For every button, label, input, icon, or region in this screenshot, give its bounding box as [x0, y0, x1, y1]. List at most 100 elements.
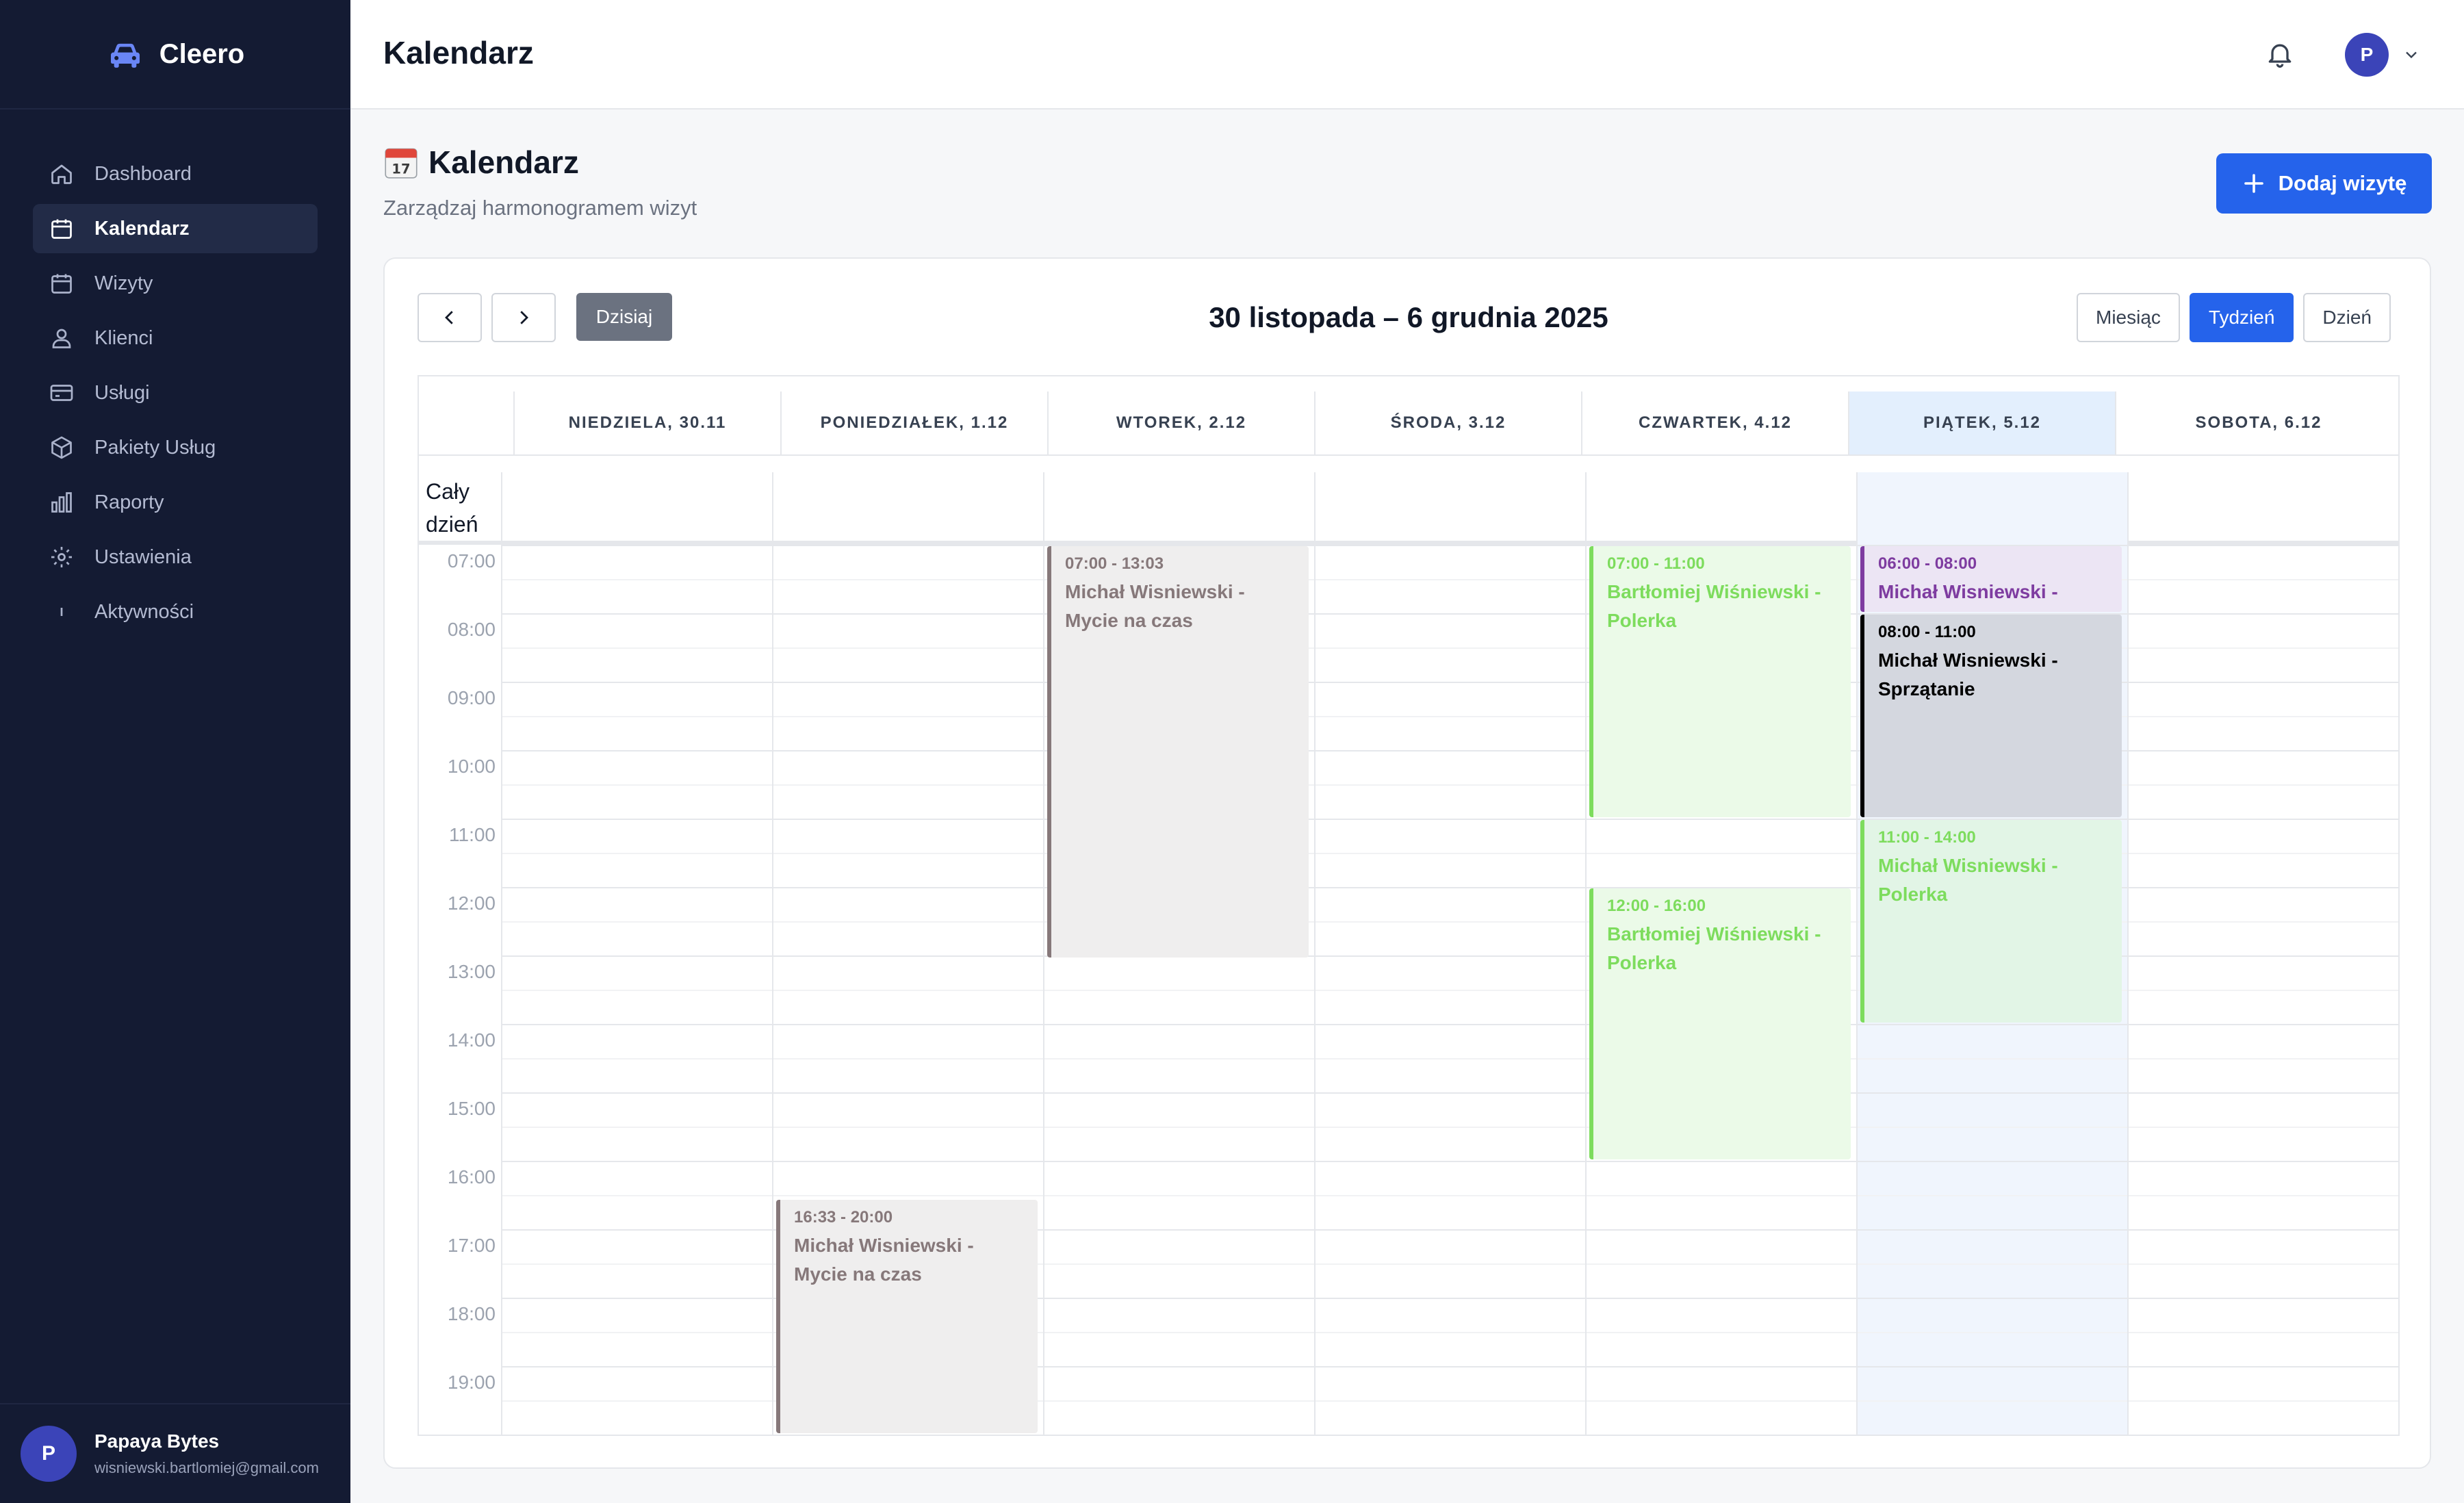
hour-line — [502, 1161, 2398, 1162]
time-label: 07:00 — [447, 550, 496, 571]
half-hour-line — [502, 1058, 2398, 1059]
gear-icon — [51, 547, 72, 567]
column-divider — [2127, 472, 2129, 1435]
user-info: Papaya Bytes wisniewski.bartlomiej@gmail… — [94, 1430, 319, 1477]
sidebar-item-wizyty[interactable]: Wizyty — [33, 259, 318, 308]
sidebar-item-label: Usługi — [94, 381, 150, 404]
user-icon — [52, 329, 71, 348]
event-time: 12:00 - 16:00 — [1607, 897, 1706, 915]
user-name: Papaya Bytes — [94, 1430, 220, 1452]
event-title: Michał Wisniewski - — [1878, 581, 2058, 602]
sidebar-item-label: Aktywności — [94, 600, 194, 623]
column-divider — [772, 472, 773, 1435]
event-time: 06:00 - 08:00 — [1878, 554, 1977, 573]
day-header[interactable]: Niedziela, 30.11 — [513, 391, 780, 454]
sidebar-item-label: Pakiety Usług — [94, 436, 216, 459]
top-avatar[interactable]: P — [2345, 33, 2389, 77]
event-title: Michał Wisniewski - Polerka — [1878, 855, 2058, 905]
sidebar-item-kalendarz[interactable]: Kalendarz — [33, 204, 318, 253]
time-label: 19:00 — [447, 1372, 496, 1393]
day-header[interactable]: Sobota, 6.12 — [2115, 391, 2398, 454]
topbar-title: Kalendarz — [383, 35, 534, 70]
sidebar-item-aktywnosci[interactable]: Aktywności — [33, 587, 318, 637]
view-month-button[interactable]: Miesiąc — [2077, 293, 2180, 342]
day-header[interactable]: Piątek, 5.12 — [1848, 391, 2115, 454]
add-visit-label: Dodaj wizytę — [2278, 171, 2407, 195]
gutter-divider — [501, 545, 502, 1435]
avatar: P — [21, 1426, 77, 1482]
view-week-button[interactable]: Tydzień — [2189, 293, 2294, 342]
bell-icon[interactable] — [2265, 38, 2295, 70]
event-time: 07:00 - 11:00 — [1607, 554, 1705, 573]
column-divider — [2398, 472, 2400, 1436]
sidebar-nav: Dashboard Kalendarz Wizyty Klienci Usług… — [0, 110, 350, 637]
day-header[interactable]: Poniedziałek, 1.12 — [780, 391, 1047, 454]
card-icon — [50, 385, 73, 401]
sidebar: Cleero Dashboard Kalendarz Wizyty Klienc… — [0, 0, 350, 1503]
calendar-event[interactable]: 08:00 - 11:00 Michał Wisniewski - Sprząta… — [1860, 615, 2122, 817]
sidebar-item-uslugi[interactable]: Usługi — [33, 368, 318, 418]
calendar-event[interactable]: 11:00 - 14:00 Michał Wisniewski - Polerka — [1860, 820, 2122, 1023]
sidebar-item-pakiety[interactable]: Pakiety Usług — [33, 423, 318, 472]
event-title: Michał Wisniewski - Sprzątanie — [1878, 650, 2058, 699]
day-header[interactable]: Czwartek, 4.12 — [1581, 391, 1848, 454]
calendar-icon — [51, 219, 72, 239]
day-header[interactable]: Środa, 3.12 — [1314, 391, 1581, 454]
user-email: wisniewski.bartlomiej@gmail.com — [94, 1459, 319, 1476]
column-divider — [1856, 472, 1858, 1435]
sidebar-item-label: Dashboard — [94, 162, 192, 185]
calendar-event[interactable]: 16:33 - 20:00 Michał Wisniewski - Mycie n… — [776, 1200, 1038, 1433]
view-day-button[interactable]: Dzień — [2303, 293, 2391, 342]
event-time: 16:33 - 20:00 — [794, 1208, 893, 1226]
event-title: Bartłomiej Wiśniewski - Polerka — [1607, 923, 1821, 973]
half-hour-line — [502, 1127, 2398, 1128]
time-label: 14:00 — [447, 1029, 496, 1051]
time-label: 10:00 — [447, 756, 496, 777]
time-label: 16:00 — [447, 1166, 496, 1187]
add-visit-button[interactable]: Dodaj wizytę — [2216, 153, 2432, 214]
sidebar-item-raporty[interactable]: Raporty — [33, 478, 318, 527]
time-label: 15:00 — [447, 1098, 496, 1119]
view-switcher: Miesiąc Tydzień Dzień — [2077, 293, 2391, 342]
sidebar-item-klienci[interactable]: Klienci — [33, 313, 318, 363]
event-time: 08:00 - 11:00 — [1878, 623, 1976, 641]
day-header-row: Niedziela, 30.11 Poniedziałek, 1.12 Wtorek… — [419, 391, 2398, 456]
sidebar-item-dashboard[interactable]: Dashboard — [33, 149, 318, 198]
page-title-text: Kalendarz — [428, 144, 579, 180]
week-grid: Niedziela, 30.11 Poniedziałek, 1.12 Wtorek… — [418, 375, 2400, 1436]
page-subtitle: Zarządzaj harmonogramem wizyt — [383, 196, 697, 220]
sidebar-item-label: Raporty — [94, 491, 164, 513]
page-title: 17 Kalendarz — [383, 144, 579, 181]
chevron-down-icon[interactable] — [2402, 45, 2421, 64]
calendar-card: Dzisiaj 30 listopada – 6 grudnia 2025 Mi… — [383, 257, 2431, 1469]
day-header[interactable]: Wtorek, 2.12 — [1047, 391, 1314, 454]
column-divider — [1585, 472, 1587, 1435]
time-label: 17:00 — [447, 1235, 496, 1256]
time-label: 13:00 — [447, 961, 496, 982]
sidebar-item-label: Klienci — [94, 326, 153, 349]
calendar-event[interactable]: 07:00 - 13:03 Michał Wisniewski - Mycie n… — [1047, 546, 1309, 958]
event-title: Bartłomiej Wiśniewski - Polerka — [1607, 581, 1821, 631]
calendar-event[interactable]: 07:00 - 11:00 Bartłomiej Wiśniewski - Pol… — [1589, 546, 1851, 817]
sidebar-item-label: Wizyty — [94, 272, 153, 294]
time-label: 11:00 — [449, 824, 496, 845]
calendar-event[interactable]: 06:00 - 08:00 Michał Wisniewski - — [1860, 546, 2122, 612]
svg-text:17: 17 — [392, 161, 410, 177]
calendar-icon — [51, 274, 72, 294]
event-title: Michał Wisniewski - Mycie na czas — [794, 1235, 974, 1285]
bar-chart-icon — [51, 492, 72, 513]
user-profile[interactable]: P Papaya Bytes wisniewski.bartlomiej@gma… — [0, 1403, 350, 1503]
sidebar-item-ustawienia[interactable]: Ustawienia — [33, 532, 318, 582]
plus-icon — [2244, 174, 2263, 193]
column-divider — [1314, 472, 1316, 1435]
calendar-event[interactable]: 12:00 - 16:00 Bartłomiej Wiśniewski - Pol… — [1589, 888, 1851, 1159]
car-icon — [110, 43, 140, 68]
brand[interactable]: Cleero — [0, 0, 350, 110]
time-label: 12:00 — [447, 892, 496, 914]
sidebar-item-label: Kalendarz — [94, 217, 190, 240]
sidebar-item-label: Ustawienia — [94, 545, 192, 568]
event-title: Michał Wisniewski - Mycie na czas — [1065, 581, 1245, 631]
home-icon — [51, 164, 72, 184]
event-time: 11:00 - 14:00 — [1878, 828, 1976, 847]
time-label: 18:00 — [447, 1303, 496, 1324]
